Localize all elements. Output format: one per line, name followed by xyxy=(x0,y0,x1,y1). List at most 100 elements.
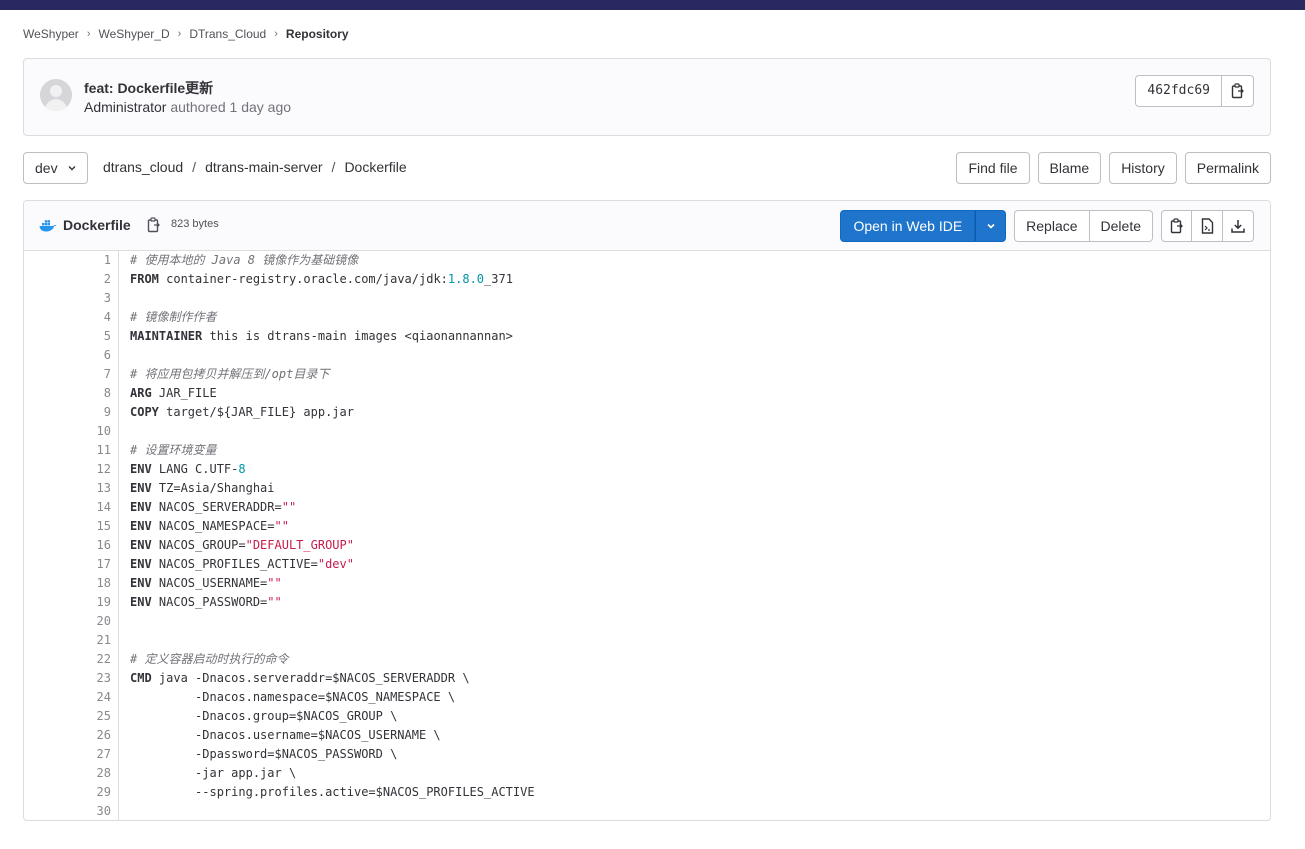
line-number[interactable]: 7 xyxy=(24,365,111,384)
code-text: ENV NACOS_USERNAME="" xyxy=(130,576,282,590)
line-number[interactable]: 6 xyxy=(24,346,111,365)
code-text: -Dnacos.username=$NACOS_USERNAME \ xyxy=(130,728,441,742)
open-raw-button[interactable] xyxy=(1192,210,1223,242)
path-segment-dtrans-main-server[interactable]: dtrans-main-server xyxy=(205,159,322,175)
last-commit-panel: feat: Dockerfile更新 Administrator authore… xyxy=(23,58,1271,136)
chevron-down-icon xyxy=(987,223,995,229)
code-text: # 使用本地的 Java 8 镜像作为基础镜像 xyxy=(130,253,359,267)
web-ide-dropdown-button[interactable] xyxy=(975,210,1007,242)
line-number[interactable]: 20 xyxy=(24,612,111,631)
commit-time: authored 1 day ago xyxy=(166,99,292,115)
code-line: 20 xyxy=(24,612,1270,631)
code-line: 23 CMD java -Dnacos.serveraddr=$NACOS_SER… xyxy=(24,669,1270,688)
line-number[interactable]: 10 xyxy=(24,422,111,441)
commit-author[interactable]: Administrator xyxy=(84,99,166,115)
code-line: 10 xyxy=(24,422,1270,441)
line-number[interactable]: 3 xyxy=(24,289,111,308)
code-viewer: 1 # 使用本地的 Java 8 镜像作为基础镜像 2 FROM container-… xyxy=(24,251,1270,820)
replace-button[interactable]: Replace xyxy=(1014,210,1090,242)
line-number[interactable]: 22 xyxy=(24,650,111,669)
avatar[interactable] xyxy=(40,79,72,111)
code-text: -Dnacos.namespace=$NACOS_NAMESPACE \ xyxy=(130,690,456,704)
line-number[interactable]: 15 xyxy=(24,517,111,536)
path-segment-dtrans-cloud[interactable]: dtrans_cloud xyxy=(103,159,183,175)
file-nav-buttons: Find file Blame History Permalink xyxy=(956,152,1271,184)
find-file-button[interactable]: Find file xyxy=(956,152,1030,184)
line-number[interactable]: 29 xyxy=(24,783,111,802)
line-number[interactable]: 19 xyxy=(24,593,111,612)
code-text: ENV NACOS_PASSWORD="" xyxy=(130,595,282,609)
line-number[interactable]: 2 xyxy=(24,270,111,289)
code-line: 29 --spring.profiles.active=$NACOS_PROFI… xyxy=(24,783,1270,802)
copy-contents-button[interactable] xyxy=(1161,210,1192,242)
permalink-button[interactable]: Permalink xyxy=(1184,152,1271,184)
code-text: # 设置环境变量 xyxy=(130,443,217,457)
path-separator: / xyxy=(192,159,197,175)
replace-delete-group: Replace Delete xyxy=(1014,210,1153,242)
breadcrumb-item-weshyper-d[interactable]: WeShyper_D xyxy=(98,27,169,41)
line-number[interactable]: 26 xyxy=(24,726,111,745)
breadcrumb-item-repository[interactable]: Repository xyxy=(286,27,349,41)
line-number[interactable]: 14 xyxy=(24,498,111,517)
breadcrumb-item-weshyper[interactable]: WeShyper xyxy=(23,27,79,41)
copy-icon xyxy=(1170,218,1183,234)
line-number[interactable]: 11 xyxy=(24,441,111,460)
delete-button[interactable]: Delete xyxy=(1089,210,1153,242)
top-navbar xyxy=(0,0,1305,10)
code-line: 15 ENV NACOS_NAMESPACE="" xyxy=(24,517,1270,536)
copy-file-path-button[interactable] xyxy=(147,217,161,236)
line-number[interactable]: 18 xyxy=(24,574,111,593)
code-text: ENV NACOS_NAMESPACE="" xyxy=(130,519,289,533)
line-number[interactable]: 24 xyxy=(24,688,111,707)
line-number[interactable]: 25 xyxy=(24,707,111,726)
line-number[interactable]: 28 xyxy=(24,764,111,783)
line-number[interactable]: 16 xyxy=(24,536,111,555)
code-text: COPY target/${JAR_FILE} app.jar xyxy=(130,405,354,419)
line-number[interactable]: 23 xyxy=(24,669,111,688)
branch-selector[interactable]: dev xyxy=(23,152,88,184)
code-line: 21 xyxy=(24,631,1270,650)
line-number[interactable]: 9 xyxy=(24,403,111,422)
code-text: # 将应用包拷贝并解压到/opt目录下 xyxy=(130,367,330,381)
open-web-ide-button[interactable]: Open in Web IDE xyxy=(840,210,976,242)
code-line: 9 COPY target/${JAR_FILE} app.jar xyxy=(24,403,1270,422)
code-line: 16 ENV NACOS_GROUP="DEFAULT_GROUP" xyxy=(24,536,1270,555)
code-text: ENV LANG C.UTF-8 xyxy=(130,462,246,476)
code-line: 1 # 使用本地的 Java 8 镜像作为基础镜像 xyxy=(24,251,1270,270)
line-number[interactable]: 13 xyxy=(24,479,111,498)
copy-icon xyxy=(1231,83,1244,99)
code-text: # 定义容器启动时执行的命令 xyxy=(130,652,289,666)
line-number[interactable]: 4 xyxy=(24,308,111,327)
line-number[interactable]: 17 xyxy=(24,555,111,574)
copy-sha-button[interactable] xyxy=(1222,75,1254,107)
code-text: MAINTAINER this is dtrans-main images <q… xyxy=(130,329,513,343)
code-line: 17 ENV NACOS_PROFILES_ACTIVE="dev" xyxy=(24,555,1270,574)
code-text: -jar app.jar \ xyxy=(130,766,297,780)
code-line: 7 # 将应用包拷贝并解压到/opt目录下 xyxy=(24,365,1270,384)
line-number[interactable]: 27 xyxy=(24,745,111,764)
code-line: 19 ENV NACOS_PASSWORD="" xyxy=(24,593,1270,612)
code-line: 30 xyxy=(24,802,1270,820)
code-line: 2 FROM container-registry.oracle.com/java… xyxy=(24,270,1270,289)
history-button[interactable]: History xyxy=(1109,152,1177,184)
commit-sha[interactable]: 462fdc69 xyxy=(1135,75,1222,107)
breadcrumb-item-dtrans-cloud[interactable]: DTrans_Cloud xyxy=(189,27,266,41)
code-line: 12 ENV LANG C.UTF-8 xyxy=(24,460,1270,479)
path-segment-dockerfile[interactable]: Dockerfile xyxy=(344,159,406,175)
line-number[interactable]: 12 xyxy=(24,460,111,479)
line-number[interactable]: 8 xyxy=(24,384,111,403)
chevron-right-icon: › xyxy=(274,28,278,40)
line-number[interactable]: 30 xyxy=(24,802,111,820)
code-text: # 镜像制作作者 xyxy=(130,310,217,324)
line-number[interactable]: 5 xyxy=(24,327,111,346)
file-viewer: Dockerfile 823 bytes Open in Web IDE Rep… xyxy=(23,200,1271,821)
line-number[interactable]: 1 xyxy=(24,251,111,270)
download-button[interactable] xyxy=(1223,210,1254,242)
blame-button[interactable]: Blame xyxy=(1037,152,1102,184)
code-line: 4 # 镜像制作作者 xyxy=(24,308,1270,327)
code-line: 11 # 设置环境变量 xyxy=(24,441,1270,460)
code-line: 14 ENV NACOS_SERVERADDR="" xyxy=(24,498,1270,517)
code-line: 27 -Dpassword=$NACOS_PASSWORD \ xyxy=(24,745,1270,764)
commit-title[interactable]: feat: Dockerfile更新 xyxy=(84,78,213,98)
line-number[interactable]: 21 xyxy=(24,631,111,650)
